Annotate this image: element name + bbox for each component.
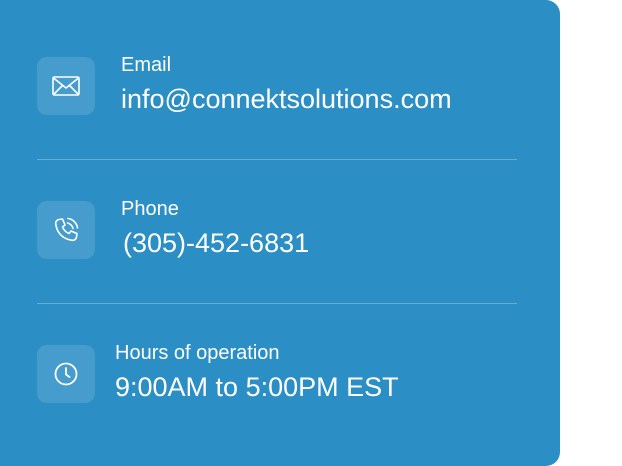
hours-row: Hours of operation 9:00AM to 5:00PM EST [37,342,517,403]
divider [37,303,517,304]
email-label: Email [121,54,172,76]
phone-label: Phone [121,198,179,220]
phone-value[interactable]: (305)-452-6831 [123,227,309,259]
hours-value: 9:00AM to 5:00PM EST [115,372,399,402]
divider [37,159,517,160]
phone-row: Phone (305)-452-6831 [37,198,517,259]
clock-icon [37,345,95,403]
email-value[interactable]: info@connektsolutions.com [121,83,452,115]
contact-info-card: Email info@connektsolutions.com Phone (3… [0,0,560,466]
phone-icon [37,201,95,259]
email-row: Email info@connektsolutions.com [37,54,517,115]
hours-label: Hours of operation [115,342,280,364]
envelope-icon [37,57,95,115]
